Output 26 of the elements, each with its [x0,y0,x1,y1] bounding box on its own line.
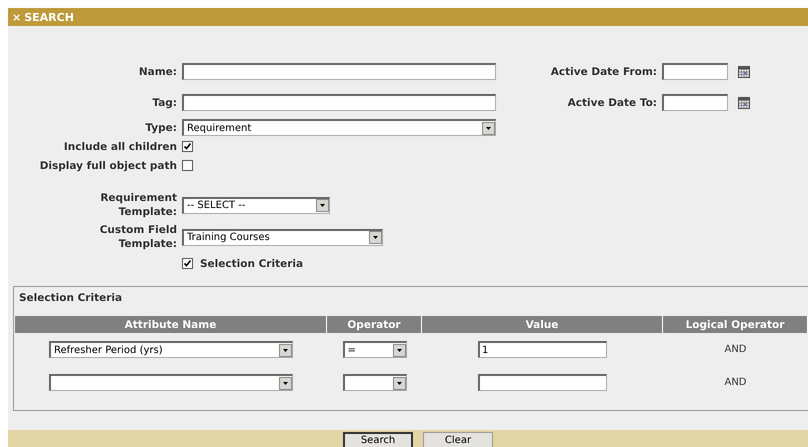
field-label: Display full object path [40,158,177,172]
field-label: Selection Criteria [200,256,304,270]
panel-title: SEARCH [24,10,74,24]
panel-heading: Selection Criteria [19,292,122,304]
dropdown[interactable]: -- SELECT -- [182,196,330,214]
value-field[interactable]: 1 [478,341,607,358]
field-label: Tag: [152,96,177,110]
field-label: Type: [145,120,177,134]
column-header: Attribute Name [15,316,327,333]
dropdown[interactable]: = [342,341,406,358]
dropdown[interactable]: Training Courses [182,228,383,246]
action-button[interactable]: Clear [423,432,493,447]
action-button[interactable]: Search [343,432,413,447]
field-label: Requirement Template: [99,191,177,219]
logical-operator: AND [724,344,747,355]
field-label: Custom Field Template: [98,223,177,251]
column-header: Value [422,316,663,333]
logical-operator: AND [724,377,747,388]
field-label: Active Date From: [550,64,657,78]
column-header: Logical Operator [663,316,808,333]
field-label: Name: [138,64,177,78]
column-header: Operator [327,316,422,333]
field-label: Active Date To: [568,96,657,110]
dropdown[interactable]: Refresher Period (yrs) [49,341,293,358]
dropdown[interactable]: Requirement [182,119,496,136]
field-label: Include all children [64,140,177,154]
